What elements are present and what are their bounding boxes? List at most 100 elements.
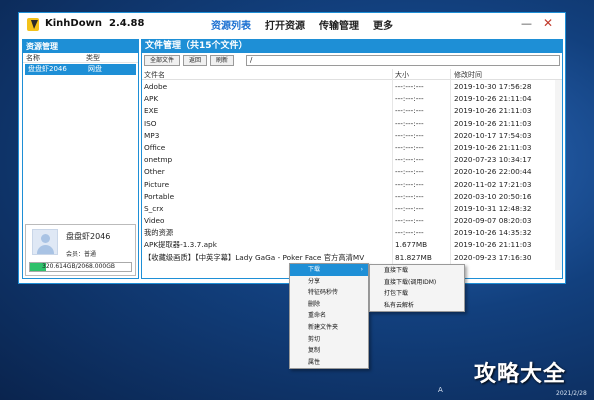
file-modified-time: 2019-10-30 17:56:28 [454, 82, 532, 91]
menu-item-new-folder[interactable]: 新建文件夹 [290, 322, 368, 334]
file-size: ---:---:--- [395, 191, 424, 201]
file-name: Portable [144, 191, 175, 201]
menu-item-properties[interactable]: 属性 [290, 357, 368, 369]
user-name: 盘盘虾2046 [66, 232, 111, 241]
top-nav: 资源列表 打开资源 传输管理 更多 [211, 17, 407, 32]
file-modified-time: 2020-11-02 17:21:03 [454, 179, 532, 189]
nav-open-resource[interactable]: 打开资源 [265, 17, 305, 32]
close-icon[interactable]: ✕ [543, 16, 553, 30]
user-level: 会员：普通 [66, 251, 97, 258]
menu-item-cut[interactable]: 剪切 [290, 334, 368, 346]
chevron-right-icon: › [360, 266, 363, 273]
file-row[interactable]: EXE ---:---:--- 2019-10-26 21:11:03 [142, 105, 562, 117]
title-bar: KinhDown 2.4.88 资源列表 打开资源 传输管理 更多 — ✕ [19, 13, 565, 37]
submenu-idm-download[interactable]: 直接下载(调用IDM) [370, 277, 464, 289]
file-size: ---:---:--- [395, 167, 424, 177]
file-name: APK [144, 94, 159, 104]
file-row[interactable]: Video ---:---:--- 2020-09-07 08:20:03 [142, 215, 562, 227]
user-card: 盘盘虾2046 会员：普通 320.614GB/2068.000GB [25, 224, 136, 276]
file-size: ---:---:--- [395, 216, 424, 226]
resource-type: 网盘 [88, 65, 102, 73]
file-row[interactable]: S_crx ---:---:--- 2019-10-31 12:48:32 [142, 203, 562, 215]
file-modified-time: 2020-07-23 10:34:17 [454, 155, 532, 165]
context-menu: 下载 › 分享 特征码秒传 删除 重命名 新建文件夹 剪切 复制 属性 [289, 263, 369, 370]
file-size: 1.677MB [395, 240, 428, 250]
storage-quota-text: 320.614GB/2068.000GB [42, 263, 115, 270]
minimize-icon[interactable]: — [521, 17, 532, 30]
nav-resource-list[interactable]: 资源列表 [211, 17, 251, 32]
file-list-scrollbar[interactable] [555, 80, 562, 270]
file-row[interactable]: 我的资源 ---:---:--- 2019-10-26 14:35:32 [142, 227, 562, 239]
file-modified-time: 2020-09-23 17:16:30 [454, 252, 532, 262]
menu-item-download[interactable]: 下载 › [290, 264, 368, 276]
col-size[interactable]: 大小 [395, 70, 409, 80]
file-modified-time: 2019-10-26 21:11:03 [454, 118, 532, 128]
file-table-header: 文件名 大小 修改时间 [142, 69, 562, 80]
file-size: ---:---:--- [395, 203, 424, 213]
file-row[interactable]: ISO ---:---:--- 2019-10-26 21:11:03 [142, 118, 562, 130]
file-row[interactable]: Office ---:---:--- 2019-10-26 21:11:03 [142, 142, 562, 154]
file-modified-time: 2020-03-10 20:50:16 [454, 191, 532, 201]
path-input[interactable]: / [246, 55, 560, 66]
menu-item-copy[interactable]: 复制 [290, 345, 368, 357]
file-size: ---:---:--- [395, 82, 424, 91]
file-name: 我的资源 [144, 228, 174, 238]
download-submenu: 直接下载 直接下载(调用IDM) 打包下载 私有云解析 [369, 264, 465, 313]
nav-more[interactable]: 更多 [373, 17, 393, 32]
file-size: ---:---:--- [395, 106, 424, 116]
file-row[interactable]: Other ---:---:--- 2020-10-26 22:00:44 [142, 166, 562, 178]
file-row[interactable]: 【收藏级画质】【中英字幕】Lady GaGa - Poker Face 官方高清… [142, 252, 562, 264]
menu-item-share[interactable]: 分享 [290, 276, 368, 288]
app-window: KinhDown 2.4.88 资源列表 打开资源 传输管理 更多 — ✕ 资源… [18, 12, 566, 284]
back-button[interactable]: 返回 [183, 55, 208, 66]
file-name: Office [144, 142, 166, 152]
menu-item-hash-transfer[interactable]: 特征码秒传 [290, 287, 368, 299]
file-name: MP3 [144, 130, 160, 140]
submenu-zip-download[interactable]: 打包下载 [370, 288, 464, 300]
file-name: Other [144, 167, 165, 177]
nav-transfer-manager[interactable]: 传输管理 [319, 17, 359, 32]
app-version: 2.4.88 [109, 18, 145, 29]
menu-item-label: 下载 [308, 266, 321, 273]
file-size: ---:---:--- [395, 142, 424, 152]
file-row[interactable]: APK ---:---:--- 2019-10-26 21:11:04 [142, 93, 562, 105]
file-row[interactable]: MP3 ---:---:--- 2020-10-17 17:54:03 [142, 130, 562, 142]
file-name: EXE [144, 106, 159, 116]
file-modified-time: 2020-10-26 22:00:44 [454, 167, 532, 177]
submenu-direct-download[interactable]: 直接下载 [370, 265, 464, 277]
menu-item-delete[interactable]: 删除 [290, 299, 368, 311]
file-modified-time: 2019-10-26 21:11:03 [454, 142, 532, 152]
storage-quota-bar: 320.614GB/2068.000GB [29, 262, 132, 272]
file-modified-time: 2019-10-26 21:11:03 [454, 240, 532, 250]
app-title: KinhDown [45, 18, 102, 29]
refresh-button[interactable]: 刷新 [210, 55, 235, 66]
file-name: ISO [144, 118, 157, 128]
file-name: Picture [144, 179, 170, 189]
file-panel-header: 文件管理（共15个文件） [142, 40, 562, 53]
file-size: ---:---:--- [395, 155, 424, 165]
resource-name: 盘盘虾2046 [28, 65, 67, 73]
file-modified-time: 2019-10-26 21:11:03 [454, 106, 532, 116]
submenu-private-cloud[interactable]: 私有云解析 [370, 300, 464, 312]
file-size: ---:---:--- [395, 118, 424, 128]
menu-item-rename[interactable]: 重命名 [290, 310, 368, 322]
avatar [32, 229, 58, 255]
resource-columns: 名称 类型 [23, 53, 138, 63]
col-modified[interactable]: 修改时间 [454, 70, 482, 80]
file-row[interactable]: Portable ---:---:--- 2020-03-10 20:50:16 [142, 191, 562, 203]
file-size: ---:---:--- [395, 130, 424, 140]
all-files-button[interactable]: 全部文件 [144, 55, 181, 66]
file-modified-time: 2019-10-31 12:48:32 [454, 203, 532, 213]
file-row[interactable]: Picture ---:---:--- 2020-11-02 17:21:03 [142, 179, 562, 191]
resource-row[interactable]: 盘盘虾2046 网盘 [25, 64, 136, 75]
col-filename[interactable]: 文件名 [144, 70, 165, 80]
file-name: S_crx [144, 203, 164, 213]
file-row[interactable]: onetmp ---:---:--- 2020-07-23 10:34:17 [142, 154, 562, 166]
file-row[interactable]: Adobe ---:---:--- 2019-10-30 17:56:28 [142, 81, 562, 93]
file-name: Video [144, 216, 165, 226]
watermark: 攻略大全 [474, 362, 567, 387]
file-toolbar: 全部文件 返回 刷新 [144, 55, 237, 66]
taskbar-date[interactable]: 2021/2/28 [556, 390, 587, 397]
file-row[interactable]: APK提取器-1.3.7.apk 1.677MB 2019-10-26 21:11:… [142, 239, 562, 251]
ime-indicator[interactable]: A [438, 386, 443, 394]
